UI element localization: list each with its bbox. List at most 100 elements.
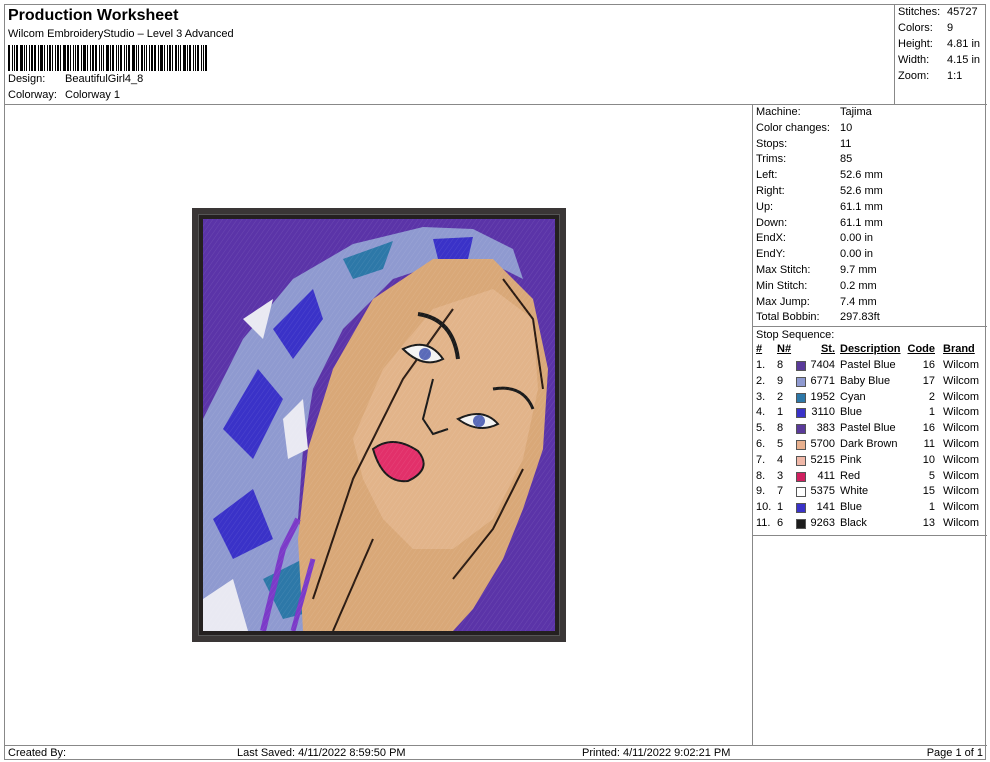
stop-sequence-table: # N# St. Description Code Brand 1. 8 7404 P…: [753, 342, 987, 536]
machine-info-row: Total Bobbin: 297.83ft: [753, 310, 987, 326]
table-row: 6. 5 5700 Dark Brown 11 Wilcom: [753, 437, 987, 453]
thread-brand: Wilcom: [943, 422, 980, 435]
col-number: #: [756, 343, 763, 356]
col-description: Description: [840, 343, 901, 356]
needle-number: 1: [777, 501, 784, 514]
info-value: 61.1 mm: [840, 216, 883, 229]
table-row: 11. 6 9263 Black 13 Wilcom: [753, 516, 987, 532]
info-label: Up:: [756, 200, 774, 213]
colorway-row: Colorway: Colorway 1: [8, 89, 120, 101]
stop-number: 2.: [756, 374, 766, 387]
barcode-bar: [92, 45, 94, 71]
color-swatch: [796, 439, 806, 450]
barcode-bar: [193, 45, 194, 71]
barcode-bar: [49, 45, 51, 71]
design-preview-area: [5, 105, 753, 745]
table-row: 4. 1 3110 Blue 1 Wilcom: [753, 405, 987, 421]
stat-value: 9: [947, 22, 954, 34]
barcode-bar: [195, 45, 196, 71]
color-description: Pastel Blue: [840, 358, 896, 371]
color-code: 10: [922, 453, 935, 466]
needle-number: 5: [777, 437, 784, 450]
stat-label: Width:: [898, 54, 930, 66]
machine-info-row: Trims: 85: [753, 152, 987, 168]
info-value: 11: [840, 137, 852, 150]
thread-brand: Wilcom: [943, 469, 980, 482]
color-description: Blue: [840, 501, 863, 514]
barcode-bar: [47, 45, 48, 71]
stop-sequence-rows: 1. 8 7404 Pastel Blue 16 Wilcom 2. 9 6771 Baby Bl…: [753, 358, 987, 532]
stitch-count: 141: [816, 501, 835, 514]
machine-info-row: Up: 61.1 mm: [753, 200, 987, 216]
barcode-bar: [60, 45, 61, 71]
color-code: 1: [928, 501, 935, 514]
colorway-name: Colorway 1: [65, 89, 121, 101]
stop-number: 11.: [756, 516, 771, 529]
stat-label: Zoom:: [898, 70, 930, 82]
thread-brand: Wilcom: [943, 437, 980, 450]
stat-value: 45727: [947, 6, 978, 18]
barcode-bar: [26, 45, 27, 71]
barcode-bar: [144, 45, 145, 71]
barcode-bar: [87, 45, 88, 71]
info-value: Tajima: [840, 106, 872, 118]
stop-number: 4.: [756, 406, 766, 419]
needle-number: 3: [777, 469, 784, 482]
color-description: Cyan: [840, 390, 866, 403]
table-row: 3. 2 1952 Cyan 2 Wilcom: [753, 390, 987, 406]
color-description: Pink: [840, 453, 862, 466]
barcode-bar: [124, 45, 125, 71]
barcode-bar: [201, 45, 202, 71]
info-value: 85: [840, 153, 853, 166]
barcode-bar: [180, 45, 181, 71]
stitch-count: 5700: [810, 437, 835, 450]
color-swatch: [796, 360, 806, 371]
stitch-count: 7404: [810, 358, 835, 371]
barcode-bar: [116, 45, 117, 71]
barcode-bar: [31, 45, 33, 71]
stitch-count: 5375: [810, 485, 835, 498]
color-code: 15: [922, 485, 935, 498]
color-description: White: [840, 485, 869, 498]
stop-number: 9.: [756, 485, 766, 498]
barcode-bar: [67, 45, 69, 71]
barcode-bar: [34, 45, 36, 71]
barcode-bar: [52, 45, 53, 71]
table-row: 9. 7 5375 White 15 Wilcom: [753, 484, 987, 500]
barcode-bar: [12, 45, 13, 71]
color-swatch: [796, 408, 806, 419]
stop-sequence-title: Stop Sequence:: [753, 326, 987, 342]
page-title: Production Worksheet: [8, 7, 179, 24]
barcode-bar: [158, 45, 159, 71]
info-label: Color changes:: [756, 121, 830, 134]
color-description: Pastel Blue: [840, 422, 896, 435]
machine-info-row: EndX: 0.00 in: [753, 231, 987, 247]
machine-info-row: Left: 52.6 mm: [753, 168, 987, 184]
stitch-count: 383: [816, 422, 835, 435]
thread-brand: Wilcom: [943, 358, 980, 371]
barcode-bar: [110, 45, 111, 71]
colorway-label: Colorway:: [8, 89, 57, 101]
color-code: 11: [923, 437, 935, 450]
thread-brand: Wilcom: [943, 501, 980, 514]
stat-stitches: Stitches: 45727: [898, 6, 978, 18]
info-label: Machine:: [756, 106, 801, 118]
info-value: 297.83ft: [840, 311, 880, 324]
barcode-bar: [29, 45, 30, 71]
color-swatch: [796, 487, 806, 498]
machine-info-row: EndY: 0.00 in: [753, 247, 987, 263]
stitch-count: 9263: [810, 516, 835, 529]
info-value: 0.00 in: [840, 248, 874, 261]
info-value: 7.4 mm: [840, 295, 877, 308]
barcode-bar: [160, 45, 163, 71]
barcode-bar: [38, 45, 39, 71]
info-value: 10: [840, 121, 853, 134]
stat-value: 4.15 in: [947, 54, 981, 66]
barcode-bar: [149, 45, 150, 71]
info-value: 9.7 mm: [840, 263, 877, 276]
color-swatch: [796, 392, 806, 403]
page-number: Page 1 of 1: [926, 747, 983, 759]
barcode-bar: [197, 45, 199, 71]
machine-info-row: Max Stitch: 9.7 mm: [753, 263, 987, 279]
color-code: 16: [922, 422, 935, 435]
